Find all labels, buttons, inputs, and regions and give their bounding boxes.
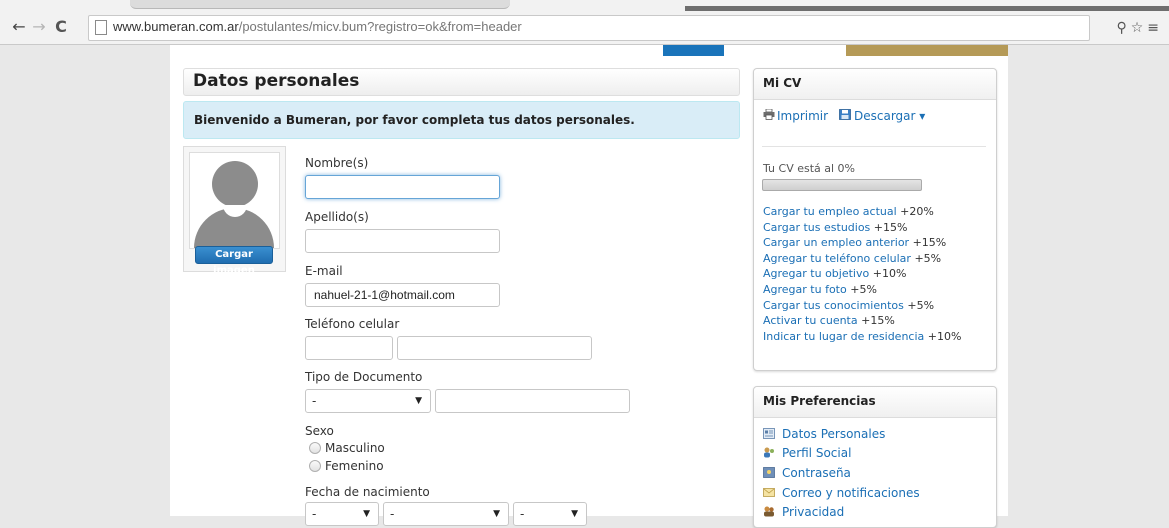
url-path: /postulantes/micv.bum?registro=ok&from=h… [238, 19, 522, 34]
documento-number-input[interactable] [435, 389, 630, 413]
preferences-header: Mis Preferencias [754, 387, 996, 418]
floppy-disk-icon [839, 109, 851, 120]
cv-task-item[interactable]: Agregar tu foto +5% [763, 283, 877, 296]
section-header: Datos personales [183, 68, 740, 96]
birth-month-select[interactable]: - ▼ [383, 502, 509, 526]
fecha-nacimiento-label: Fecha de nacimiento [305, 485, 430, 499]
url-host: www.bumeran.com.ar [113, 19, 239, 34]
cv-task-item[interactable]: Activar tu cuenta +15% [763, 314, 895, 327]
upload-image-button[interactable]: Cargar imagen [195, 246, 273, 276]
tipo-documento-label: Tipo de Documento [305, 370, 423, 384]
email-label: E-mail [305, 264, 343, 278]
pref-item-contrasena[interactable]: Contraseña [782, 466, 851, 480]
nombre-input[interactable] [305, 175, 500, 199]
telefono-number-input[interactable] [397, 336, 592, 360]
pref-item-datos-personales[interactable]: Datos Personales [782, 427, 885, 441]
cv-task-percent: +10% [927, 329, 962, 343]
cv-task-percent: +20% [900, 205, 934, 218]
cv-task-percent: +15% [873, 220, 908, 234]
birth-month-value: - [390, 507, 395, 521]
password-icon [763, 467, 775, 478]
sexo-label: Sexo [305, 424, 334, 438]
birth-year-select[interactable]: - ▼ [513, 502, 587, 526]
envelope-icon [763, 488, 775, 497]
cv-task-item[interactable]: Agregar tu teléfono celular +5% [763, 252, 941, 265]
cv-task-percent: +15% [861, 314, 895, 328]
pref-item-correo[interactable]: Correo y notificaciones [782, 486, 920, 500]
cv-task-percent: +5% [907, 298, 935, 312]
pref-item-perfil-social[interactable]: Perfil Social [782, 446, 851, 460]
cv-task-percent: +15% [912, 236, 947, 250]
birth-year-value: - [520, 507, 525, 521]
cv-task-item[interactable]: Agregar tu objetivo +10% [763, 267, 906, 280]
id-card-icon [763, 428, 775, 439]
masculino-label: Masculino [325, 441, 385, 455]
chevron-down-icon: ▼ [571, 509, 578, 519]
url-text[interactable]: www.bumeran.com.ar/postulantes/micv.bum?… [113, 19, 522, 34]
chevron-down-icon: ▼ [363, 509, 370, 519]
tipo-documento-value: - [312, 394, 317, 408]
pref-item-privacidad[interactable]: Privacidad [782, 505, 844, 519]
welcome-message: Bienvenido a Bumeran, por favor completa… [194, 113, 635, 127]
cv-task-item[interactable]: Cargar tu empleo actual +20% [763, 205, 934, 218]
bookmark-star-icon[interactable]: ⚲☆≡ [1116, 20, 1163, 36]
browser-tab[interactable] [130, 0, 510, 9]
cv-task-link[interactable]: Cargar tu empleo actual [763, 205, 897, 218]
telefono-label: Teléfono celular [305, 317, 400, 331]
social-profile-icon [764, 447, 774, 458]
welcome-alert: Bienvenido a Bumeran, por favor completa… [183, 101, 740, 139]
cv-task-item[interactable]: Indicar tu lugar de residencia +10% [763, 330, 961, 343]
femenino-label: Femenino [325, 459, 384, 473]
back-arrow-icon[interactable]: ← [10, 18, 28, 36]
cv-progress-text: Tu CV está al 0% [763, 162, 856, 175]
cv-task-link[interactable]: Cargar tus estudios [763, 221, 870, 234]
cv-task-percent: +10% [872, 267, 907, 281]
privacy-users-icon [764, 506, 774, 517]
nombre-label: Nombre(s) [305, 156, 369, 170]
telefono-area-input[interactable] [305, 336, 393, 360]
cv-task-percent: +5% [850, 283, 877, 296]
address-bar[interactable]: www.bumeran.com.ar/postulantes/micv.bum?… [88, 15, 1090, 41]
cv-task-percent: +5% [914, 251, 942, 265]
cv-task-item[interactable]: Cargar un empleo anterior +15% [763, 236, 946, 249]
chevron-down-icon: ▼ [415, 396, 422, 406]
nav-tab-gold[interactable] [846, 45, 1008, 56]
cv-task-link[interactable]: Agregar tu objetivo [763, 267, 869, 280]
page-icon [95, 20, 107, 35]
chevron-down-icon: ▼ [493, 509, 500, 519]
apellido-input[interactable] [305, 229, 500, 253]
divider [762, 146, 986, 147]
page-title: Datos personales [193, 71, 360, 91]
avatar-placeholder-icon [189, 152, 280, 249]
preferences-title: Mis Preferencias [763, 394, 876, 408]
cv-task-link[interactable]: Cargar tus conocimientos [763, 299, 904, 312]
cv-task-link[interactable]: Indicar tu lugar de residencia [763, 330, 924, 343]
print-link[interactable]: Imprimir [777, 109, 828, 123]
cv-task-item[interactable]: Cargar tus estudios +15% [763, 221, 907, 234]
cv-task-link[interactable]: Activar tu cuenta [763, 314, 858, 327]
mi-cv-title: Mi CV [763, 76, 802, 90]
cv-task-item[interactable]: Cargar tus conocimientos +5% [763, 299, 934, 312]
forward-arrow-icon[interactable]: → [30, 18, 48, 36]
cv-task-link[interactable]: Cargar un empleo anterior [763, 236, 909, 249]
cv-progress-bar [762, 179, 922, 191]
nav-tab-active[interactable] [663, 45, 724, 56]
email-input[interactable]: nahuel-21-1@hotmail.com [305, 283, 500, 307]
radio-masculino[interactable] [309, 442, 321, 454]
apellido-label: Apellido(s) [305, 210, 369, 224]
tipo-documento-select[interactable]: - ▼ [305, 389, 431, 413]
browser-toolbar: ← → C www.bumeran.com.ar/postulantes/mic… [0, 11, 1169, 45]
download-link[interactable]: Descargar ▾ [854, 109, 925, 123]
cv-task-link[interactable]: Agregar tu foto [763, 283, 847, 296]
mi-cv-header: Mi CV [754, 69, 996, 100]
birth-day-value: - [312, 507, 317, 521]
birth-day-select[interactable]: - ▼ [305, 502, 379, 526]
printer-icon [763, 109, 775, 120]
photo-upload-box: Cargar imagen [183, 146, 286, 276]
reload-icon[interactable]: C [52, 18, 70, 36]
radio-femenino[interactable] [309, 460, 321, 472]
cv-task-link[interactable]: Agregar tu teléfono celular [763, 252, 911, 265]
